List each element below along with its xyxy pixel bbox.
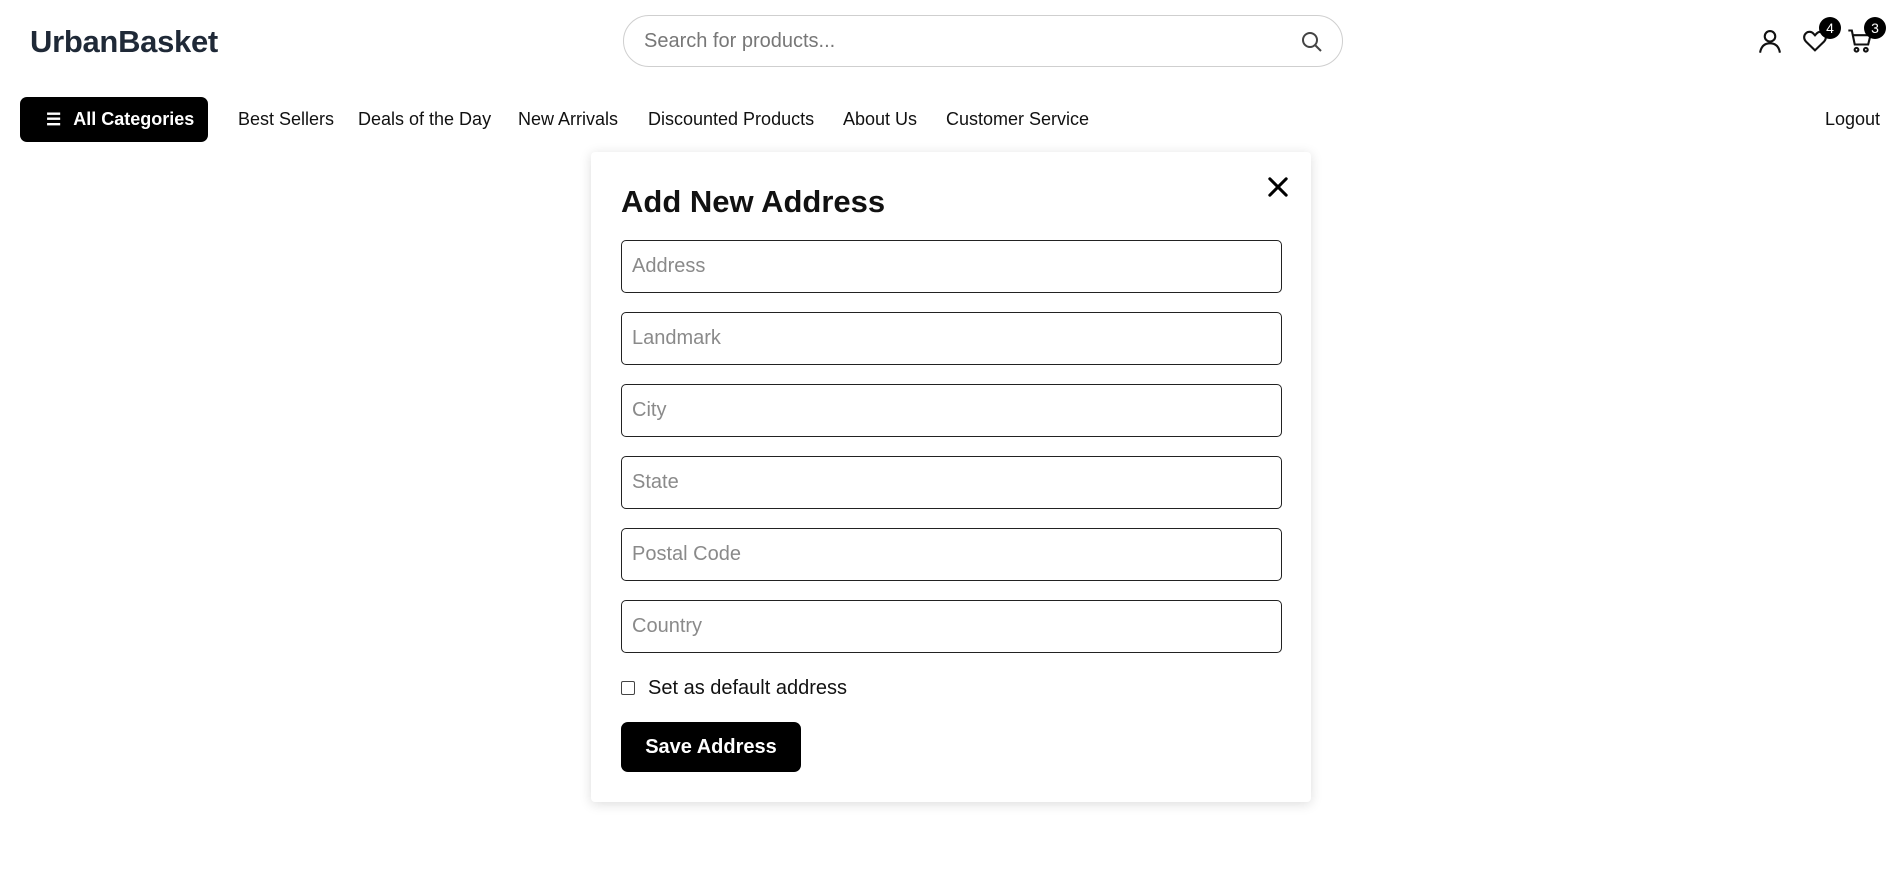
modal-title: Add New Address [621, 184, 886, 219]
state-field[interactable] [621, 456, 1282, 509]
add-address-modal: Add New Address Set as default address S… [591, 152, 1311, 802]
all-categories-label: All Categories [73, 109, 195, 129]
nav-link-best-sellers[interactable]: Best Sellers [238, 109, 334, 130]
close-icon[interactable] [1264, 173, 1292, 201]
search-input[interactable] [644, 16, 1284, 66]
nav-link-new-arrivals[interactable]: New Arrivals [518, 109, 618, 130]
nav-link-about-us[interactable]: About Us [843, 109, 917, 130]
cart-count-badge: 3 [1864, 17, 1886, 39]
site-header: UrbanBasket 4 3 [0, 0, 1899, 84]
cart-button[interactable]: 3 [1846, 17, 1886, 55]
wishlist-count-badge: 4 [1819, 17, 1841, 39]
country-field[interactable] [621, 600, 1282, 653]
address-field[interactable] [621, 240, 1282, 293]
postal-code-field[interactable] [621, 528, 1282, 581]
save-address-button[interactable]: Save Address [621, 722, 801, 772]
default-address-row: Set as default address [621, 675, 847, 701]
default-address-label[interactable]: Set as default address [648, 677, 847, 700]
landmark-field[interactable] [621, 312, 1282, 365]
wishlist-button[interactable]: 4 [1801, 17, 1841, 55]
nav-link-discounted-products[interactable]: Discounted Products [648, 109, 814, 130]
menu-icon: ☰ [46, 109, 62, 129]
all-categories-button[interactable]: ☰ All Categories [20, 97, 208, 142]
nav-link-customer-service[interactable]: Customer Service [946, 109, 1089, 130]
search-icon[interactable] [1300, 30, 1324, 54]
search-bar [623, 15, 1343, 67]
main-nav: ☰ All Categories Best Sellers Deals of t… [0, 96, 1899, 144]
default-address-checkbox[interactable] [621, 681, 635, 695]
logout-link[interactable]: Logout [1825, 109, 1880, 130]
city-field[interactable] [621, 384, 1282, 437]
site-logo[interactable]: UrbanBasket [30, 24, 218, 60]
user-icon[interactable] [1756, 27, 1784, 55]
nav-link-deals-of-the-day[interactable]: Deals of the Day [358, 109, 491, 130]
